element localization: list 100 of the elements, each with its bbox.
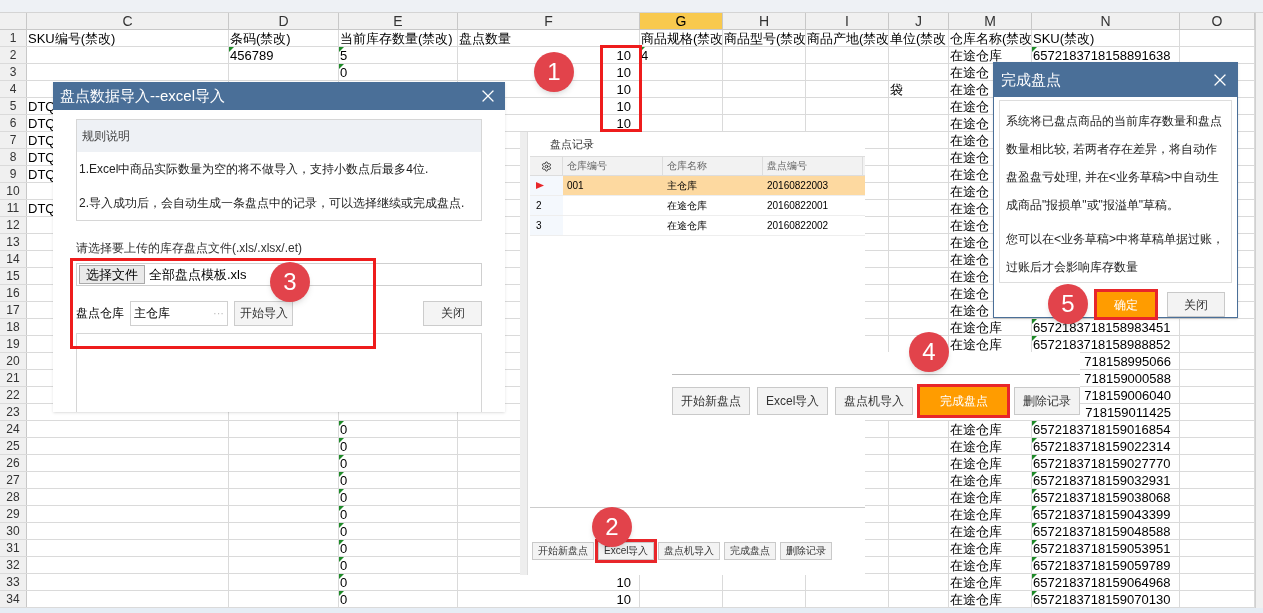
row-number[interactable]: 5 — [0, 98, 27, 114]
column-header[interactable]: G — [640, 13, 723, 29]
table-cell: 5 — [339, 47, 349, 63]
table-cell: 在途仓 — [949, 200, 990, 216]
table-cell: 在途仓库 — [949, 540, 1003, 556]
column-header[interactable]: D — [229, 13, 339, 29]
column-header[interactable]: C — [27, 13, 229, 29]
row-number[interactable]: 20 — [0, 353, 27, 369]
close-button[interactable]: 关闭 — [423, 300, 482, 326]
dialog-title: 完成盘点 — [1001, 69, 1061, 90]
table-cell: 在途仓 — [949, 166, 990, 182]
row-number[interactable]: 21 — [0, 370, 27, 386]
panel-title: 盘点记录 — [549, 137, 595, 152]
table-cell: 0 — [339, 591, 349, 607]
table-cell: 仓库名称(禁改 — [949, 30, 1031, 46]
table-cell: 456789 — [229, 47, 275, 63]
row-number[interactable]: 12 — [0, 217, 27, 233]
column-header[interactable]: I — [806, 13, 889, 29]
table-cell: 在途仓 — [949, 251, 990, 267]
table-cell: 0 — [339, 455, 349, 471]
table-cell: 6572183718159038068 — [1032, 489, 1172, 505]
warehouse-select[interactable]: 主仓库 ··· — [130, 300, 228, 326]
action-button[interactable]: 完成盘点 — [724, 542, 777, 560]
row-number[interactable]: 11 — [0, 200, 27, 216]
row-number[interactable]: 3 — [0, 64, 27, 80]
table-cell: 6572183718159027770 — [1032, 455, 1172, 471]
table-cell: SKU(禁改) — [1032, 30, 1096, 46]
row-number[interactable]: 8 — [0, 149, 27, 165]
table-cell: 20160822001 — [767, 200, 829, 211]
table-cell: 10 — [615, 47, 632, 63]
row-number[interactable]: 1 — [0, 30, 27, 46]
table-cell: 10 — [615, 115, 632, 131]
row-number[interactable]: 26 — [0, 455, 27, 471]
row-number[interactable]: 30 — [0, 523, 27, 539]
row-number[interactable]: 28 — [0, 489, 27, 505]
row-number[interactable]: 19 — [0, 336, 27, 352]
warehouse-label: 盘点仓库 — [76, 305, 124, 322]
choose-file-button[interactable]: 选择文件 — [79, 265, 145, 284]
row-number[interactable]: 9 — [0, 166, 27, 182]
column-header[interactable]: 仓库编号 — [563, 157, 663, 175]
row-number[interactable]: 22 — [0, 387, 27, 403]
row-number[interactable]: 25 — [0, 438, 27, 454]
action-button[interactable]: 删除记录 — [1014, 387, 1080, 415]
action-button[interactable]: 开始新盘点 — [532, 542, 594, 560]
row-number[interactable]: 24 — [0, 421, 27, 437]
table-cell: 在途仓库 — [949, 574, 1003, 590]
table-cell: 6572183718159053951 — [1032, 540, 1172, 556]
row-number[interactable]: 6 — [0, 115, 27, 131]
row-number[interactable]: 10 — [0, 183, 27, 199]
row-number[interactable]: 32 — [0, 557, 27, 573]
table-cell: 在途仓 — [949, 268, 990, 284]
table-cell: 718159011425 — [1084, 404, 1172, 420]
row-number[interactable]: 13 — [0, 234, 27, 250]
table-cell: 在途仓库 — [949, 557, 1003, 573]
table-cell: 6572183718159064968 — [1032, 574, 1172, 590]
row-number[interactable]: 33 — [0, 574, 27, 590]
row-number[interactable]: 4 — [0, 81, 27, 97]
row-number[interactable]: 14 — [0, 251, 27, 267]
column-header[interactable]: 仓库名称 — [663, 157, 763, 175]
row-number[interactable]: 2 — [0, 47, 27, 63]
column-header[interactable]: E — [339, 13, 458, 29]
action-button[interactable]: 关闭 — [1167, 292, 1225, 317]
table-cell: 在途仓 — [949, 183, 990, 199]
row-number[interactable]: 18 — [0, 319, 27, 335]
column-header[interactable]: 盘点编号 — [763, 157, 863, 175]
step-badge: 1 — [534, 52, 574, 92]
row-number[interactable]: 7 — [0, 132, 27, 148]
record-row[interactable]: 2 在途仓库 20160822001 — [530, 196, 865, 216]
action-button[interactable]: 盘点机导入 — [658, 542, 721, 560]
action-button[interactable]: 开始新盘点 — [672, 387, 750, 415]
row-number[interactable]: 23 — [0, 404, 27, 420]
row-number[interactable]: 34 — [0, 591, 27, 607]
rules-heading: 规则说明 — [77, 120, 481, 152]
action-button[interactable]: Excel导入 — [757, 387, 829, 415]
column-header[interactable]: M — [949, 13, 1032, 29]
action-button[interactable]: Excel导入 — [598, 542, 655, 560]
column-header[interactable]: H — [723, 13, 806, 29]
row-number[interactable]: 16 — [0, 285, 27, 301]
table-cell: 在途仓库 — [949, 489, 1003, 505]
table-cell: 当前库存数量(禁改) — [339, 30, 454, 46]
row-number[interactable]: 17 — [0, 302, 27, 318]
action-button[interactable]: 删除记录 — [780, 542, 833, 560]
record-row[interactable]: 3 在途仓库 20160822002 — [530, 216, 865, 236]
row-number[interactable]: 31 — [0, 540, 27, 556]
table-cell: 盘点数量 — [458, 30, 512, 46]
table-cell: 在途仓库 — [949, 438, 1003, 454]
table-cell: 10 — [615, 574, 632, 590]
column-header[interactable]: N — [1032, 13, 1180, 29]
record-row[interactable]: 001 主仓库 20160822003 — [530, 176, 865, 196]
table-cell: 在途仓库 — [949, 472, 1003, 488]
column-header[interactable]: J — [889, 13, 949, 29]
table-cell: 袋 — [889, 81, 904, 97]
action-button[interactable]: 盘点机导入 — [835, 387, 914, 415]
row-number[interactable]: 27 — [0, 472, 27, 488]
row-number[interactable]: 29 — [0, 506, 27, 522]
table-cell: 商品型号(禁改 — [723, 30, 805, 46]
settings-icon[interactable] — [540, 160, 552, 172]
file-prompt: 请选择要上传的库存盘点文件(.xls/.xlsx/.et) — [76, 241, 303, 255]
row-number[interactable]: 15 — [0, 268, 27, 284]
start-import-button[interactable]: 开始导入 — [234, 300, 293, 326]
